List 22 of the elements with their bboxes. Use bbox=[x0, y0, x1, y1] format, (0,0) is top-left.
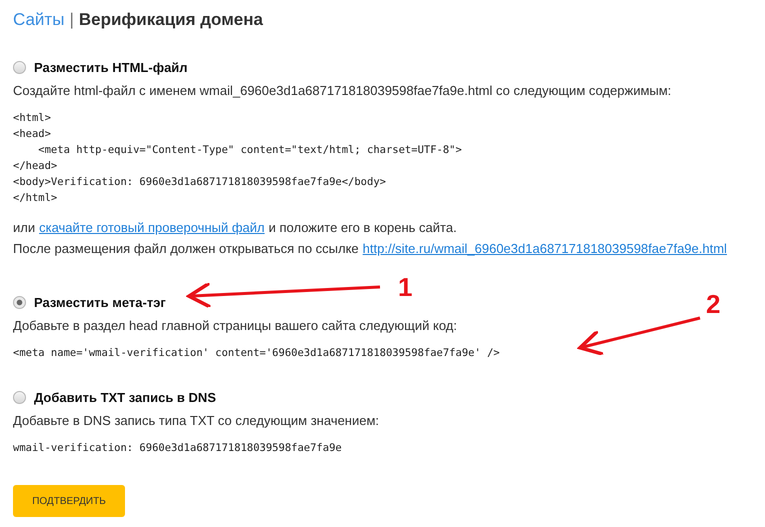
option-label[interactable]: Разместить HTML-файл bbox=[34, 60, 188, 75]
page-title: Верификация домена bbox=[78, 10, 263, 30]
annotation-number: 1 bbox=[398, 272, 412, 302]
instruction-text: Добавьте в DNS запись типа TXT со следующим значением: bbox=[13, 413, 380, 428]
instruction-text: Создайте html-файл с именем wmail_6960e3d1a687171818039598fae7fa9e.html со следующим содержимым: bbox=[13, 83, 672, 98]
text-link[interactable]: скачайте готовый проверочный файл bbox=[39, 220, 265, 235]
option-label[interactable]: Добавить TXT запись в DNS bbox=[34, 390, 216, 405]
instruction-text: или bbox=[13, 220, 36, 235]
instruction-text: После размещения файл должен открываться по ссылке bbox=[13, 241, 359, 256]
text-link[interactable]: http://site.ru/wmail_6960e3d1a687171818039598fae7fa9e.html bbox=[362, 241, 727, 256]
radio-button[interactable] bbox=[13, 296, 26, 309]
instruction-text: Добавьте в раздел head главной страницы вашего сайта следующий код: bbox=[13, 318, 457, 333]
breadcrumb-separator: | bbox=[69, 10, 74, 30]
option-label[interactable]: Разместить мета-тэг bbox=[34, 295, 166, 310]
radio-button[interactable] bbox=[13, 391, 26, 404]
instruction-text: и положите его в корень сайта. bbox=[268, 220, 457, 235]
radio-button[interactable] bbox=[13, 61, 26, 74]
code-text: <meta name='wmail-verification' content='6960e3d1a687171818039598fae7fa9e' /> bbox=[13, 346, 500, 361]
code-text: wmail-verification: 6960e3d1a687171818039598fae7fa9e bbox=[13, 441, 342, 456]
code-text: <html> <head> <meta http-equiv="Content-Type" content="text/html; charset=UTF-8"> </head> <body>Verification: 6960e3d1a687171818039598fae7fa9e</body> </html> bbox=[13, 111, 462, 206]
confirm-button[interactable]: ПОДТВЕРДИТЬ bbox=[13, 485, 125, 517]
annotation-number: 2 bbox=[706, 289, 720, 319]
